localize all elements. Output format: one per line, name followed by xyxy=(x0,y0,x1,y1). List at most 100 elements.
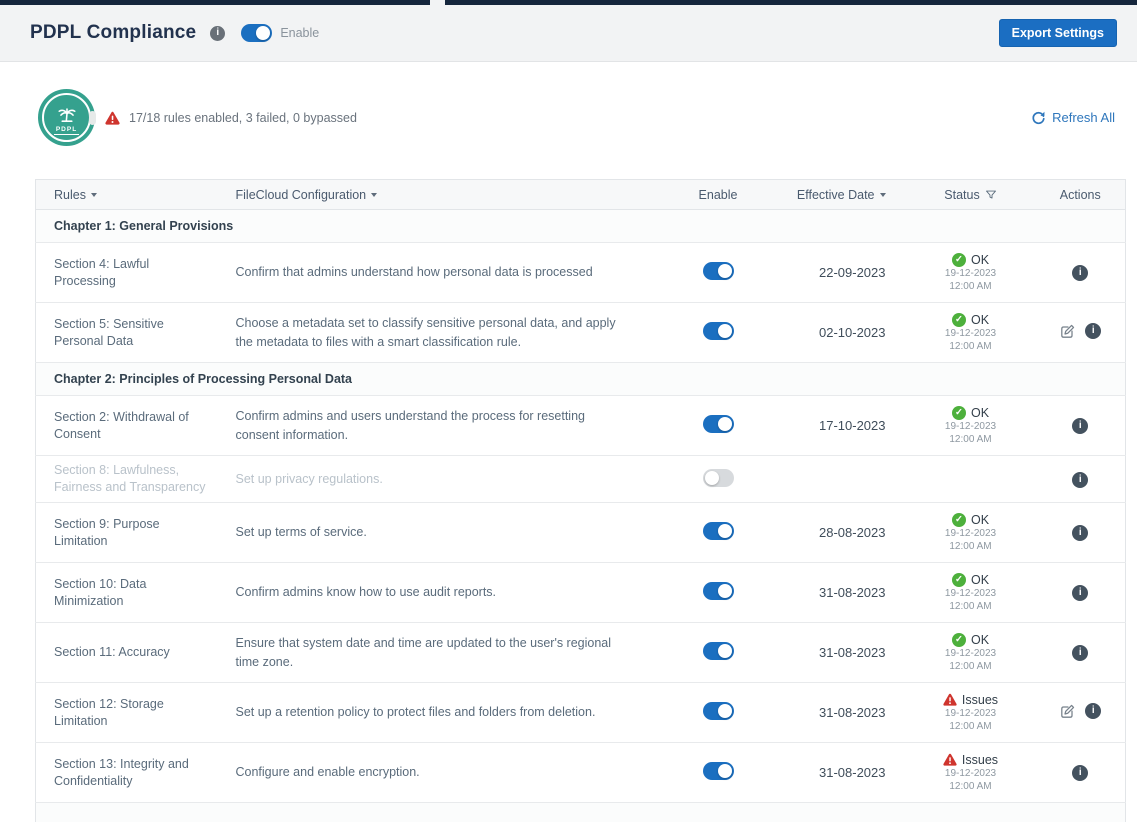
pdpl-logo: PDPL xyxy=(38,89,96,146)
status-ok-icon: ✓ xyxy=(951,405,966,420)
status-issues-icon xyxy=(943,753,957,766)
toggle-knob xyxy=(717,524,732,538)
column-header[interactable]: FileCloud Configuration xyxy=(235,179,666,210)
status-ok-icon: ✓ xyxy=(951,572,966,587)
rule-section-label: Section 11: Accuracy xyxy=(54,645,170,660)
rule-info-button[interactable]: i xyxy=(1072,765,1089,781)
column-header[interactable]: Effective Date xyxy=(770,179,906,210)
status-date: 19-12-2023 xyxy=(944,707,997,719)
rules-summary-message: 17/18 rules enabled, 3 failed, 0 bypasse… xyxy=(129,110,357,125)
edit-rule-button[interactable] xyxy=(1059,323,1076,340)
status-cell: ✓ OK 19-12-2023 12:00 AM xyxy=(905,562,1036,623)
rule-effective-date: 17-10-2023 xyxy=(819,418,886,433)
status-date: 19-12-2023 xyxy=(944,647,997,659)
rule-enable-toggle[interactable] xyxy=(702,468,734,487)
rule-effective-date: 22-09-2023 xyxy=(819,265,886,280)
column-header[interactable]: Enable xyxy=(665,179,771,210)
status-time: 12:00 AM xyxy=(949,433,992,445)
export-settings-button[interactable]: Export Settings xyxy=(998,19,1117,47)
rule-info-button[interactable]: i xyxy=(1085,323,1102,339)
table-header-row: Rules FileCloud Configuration Enable Eff… xyxy=(35,179,1126,210)
status-label: Issues xyxy=(961,752,999,767)
refresh-all-button[interactable]: Refresh All xyxy=(1031,110,1115,125)
rule-row: Section 12: Storage Limitation Set up a … xyxy=(35,682,1126,743)
title-info-icon[interactable]: i xyxy=(210,25,226,41)
status-time: 12:00 AM xyxy=(949,540,992,552)
warning-triangle-icon xyxy=(105,111,120,125)
chapter-label: Chapter 1: General Provisions xyxy=(54,219,234,233)
rule-section-label: Section 13: Integrity and Confidentialit… xyxy=(54,756,189,788)
status-time: 12:00 AM xyxy=(949,280,992,292)
rule-enable-toggle[interactable] xyxy=(702,322,734,340)
logo-label: PDPL xyxy=(53,125,80,135)
rule-effective-date: 02-10-2023 xyxy=(819,325,886,340)
rule-info-button[interactable]: i xyxy=(1072,265,1089,281)
edit-pencil-icon xyxy=(1061,324,1075,338)
chapter-row: Chapter 1: General Provisions xyxy=(35,209,1126,243)
rule-section-label: Section 5: Sensitive Personal Data xyxy=(54,316,164,348)
rule-row: Section 2: Withdrawal of Consent Confirm… xyxy=(35,395,1126,456)
status-label: OK xyxy=(970,572,990,587)
status-time: 12:00 AM xyxy=(949,720,992,732)
rule-effective-date: 31-08-2023 xyxy=(819,585,886,600)
column-header[interactable]: Rules xyxy=(35,179,236,210)
edit-rule-button[interactable] xyxy=(1059,703,1076,720)
rule-description: Set up privacy regulations. xyxy=(235,471,383,486)
sort-caret-icon[interactable] xyxy=(90,192,97,197)
rule-enable-toggle[interactable] xyxy=(702,702,734,720)
status-cell: ✓ OK 19-12-2023 12:00 AM xyxy=(905,395,1036,456)
rule-enable-toggle[interactable] xyxy=(702,262,734,280)
rule-section-label: Section 12: Storage Limitation xyxy=(54,696,164,728)
chapter-row: Chapter 2: Principles of Processing Pers… xyxy=(35,362,1126,396)
rule-effective-date: 31-08-2023 xyxy=(819,645,886,660)
toggle-knob xyxy=(717,264,732,278)
chapter-label: Chapter 2: Principles of Processing Pers… xyxy=(54,372,353,386)
sort-caret-icon[interactable] xyxy=(879,192,886,197)
rule-enable-toggle[interactable] xyxy=(702,642,734,660)
rule-section-label: Section 2: Withdrawal of Consent xyxy=(54,409,189,441)
rule-enable-toggle[interactable] xyxy=(702,582,734,600)
rule-enable-toggle[interactable] xyxy=(702,522,734,540)
rule-info-button[interactable]: i xyxy=(1072,418,1089,434)
toggle-knob xyxy=(717,584,732,598)
status-cell: ✓ OK 19-12-2023 12:00 AM xyxy=(905,502,1036,563)
toggle-knob xyxy=(704,470,719,485)
status-label: OK xyxy=(970,632,990,647)
filter-icon[interactable] xyxy=(985,189,997,201)
status-issues-icon xyxy=(943,693,957,706)
rule-info-button[interactable]: i xyxy=(1072,471,1089,488)
status-time: 12:00 AM xyxy=(949,780,992,792)
status-date: 19-12-2023 xyxy=(944,327,997,339)
compliance-enable-toggle[interactable] xyxy=(241,24,273,42)
sort-caret-icon[interactable] xyxy=(371,192,378,197)
status-ok-icon: ✓ xyxy=(951,252,966,267)
status-cell xyxy=(905,455,1036,503)
rule-info-button[interactable]: i xyxy=(1085,703,1102,719)
status-time: 12:00 AM xyxy=(949,600,992,612)
rule-enable-toggle[interactable] xyxy=(702,415,734,433)
enable-label: Enable xyxy=(280,26,320,40)
rule-info-button[interactable]: i xyxy=(1072,585,1089,601)
column-label: Status xyxy=(944,187,980,202)
info-icon: i xyxy=(1072,471,1089,488)
rule-enable-toggle[interactable] xyxy=(702,762,734,780)
rule-row: Section 4: Lawful Processing Confirm tha… xyxy=(35,242,1126,303)
status-time: 12:00 AM xyxy=(949,340,992,352)
palm-tree-icon xyxy=(57,107,76,122)
status-date: 19-12-2023 xyxy=(944,587,997,599)
rule-description: Ensure that system date and time are upd… xyxy=(235,635,612,669)
rule-row: Section 11: Accuracy Ensure that system … xyxy=(35,622,1126,683)
rule-section-label: Section 10: Data Minimization xyxy=(54,576,147,608)
rule-info-button[interactable]: i xyxy=(1072,525,1089,541)
toggle-knob xyxy=(717,764,732,778)
rule-description: Confirm that admins understand how perso… xyxy=(235,265,593,280)
rule-description: Choose a metadata set to classify sensit… xyxy=(235,315,616,349)
toggle-knob xyxy=(717,417,732,431)
status-date: 19-12-2023 xyxy=(944,420,997,432)
rule-effective-date: 28-08-2023 xyxy=(819,525,886,540)
rule-description: Set up a retention policy to protect fil… xyxy=(235,705,596,720)
column-header[interactable]: Status xyxy=(905,179,1036,210)
column-header[interactable]: Actions xyxy=(1035,179,1126,210)
status-ok-icon: ✓ xyxy=(951,512,966,527)
rule-info-button[interactable]: i xyxy=(1072,645,1089,661)
